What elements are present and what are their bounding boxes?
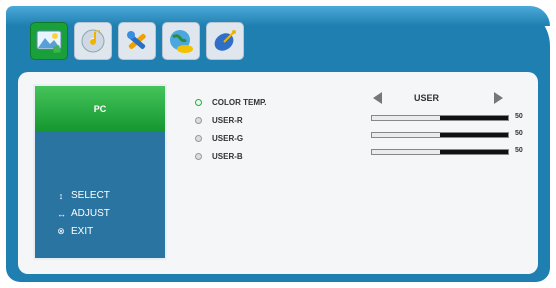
menu-item-user-g[interactable]: USER-G [195,131,243,145]
help-select: ↕ SELECT [57,190,110,201]
audio-cd-icon [81,29,105,53]
sidebar-item-label: PC [93,104,107,114]
help-adjust-label: ADJUST [71,208,110,219]
radio-icon [195,152,202,160]
picture-icon [36,30,62,53]
user-r-value: 50 [515,113,523,120]
radio-icon [195,134,202,142]
user-r-slider-fill [372,116,440,120]
right-arrow-icon[interactable] [494,92,503,104]
left-right-arrows-icon: ↔ [57,208,66,219]
tab-audio[interactable] [74,22,112,60]
sidebar-item-pc[interactable]: PC [35,86,165,132]
user-r-slider[interactable] [371,115,509,121]
menu-item-color-temp[interactable]: COLOR TEMP. [195,95,267,109]
tab-bar [30,22,244,60]
exit-icon: ⊗ [57,226,65,236]
radio-icon [195,116,202,124]
tab-picture[interactable] [30,22,68,60]
help-adjust: ↔ ADJUST [57,208,110,219]
menu-item-label: USER-R [212,115,243,125]
menu-item-label: USER-B [212,151,243,161]
help-exit: ⊗ EXIT [57,226,93,237]
up-down-arrows-icon: ↕ [58,190,64,201]
menu-item-label: COLOR TEMP. [212,97,267,107]
tab-channel[interactable] [206,22,244,60]
left-arrow-icon[interactable] [373,92,382,104]
setup-tools-icon [127,31,146,49]
help-select-label: SELECT [71,190,110,201]
user-g-slider-fill [372,133,440,137]
user-b-slider[interactable] [371,149,509,155]
user-b-value: 50 [515,147,523,154]
source-sidebar: PC ↕ SELECT ↔ ADJUST ⊗ EXIT [33,84,167,260]
color-temp-value: USER [414,93,440,103]
user-g-slider[interactable] [371,132,509,138]
tab-time[interactable] [162,22,200,60]
tab-setup[interactable] [118,22,156,60]
satellite-dish-icon [214,30,236,51]
menu-item-user-r[interactable]: USER-R [195,113,243,127]
user-g-value: 50 [515,130,523,137]
help-exit-label: EXIT [71,226,94,237]
menu-item-label: USER-G [212,133,244,143]
menu-item-user-b[interactable]: USER-B [195,149,243,163]
globe-clock-icon [170,30,193,53]
user-b-slider-fill [372,150,440,154]
radio-selected-icon [195,98,202,106]
